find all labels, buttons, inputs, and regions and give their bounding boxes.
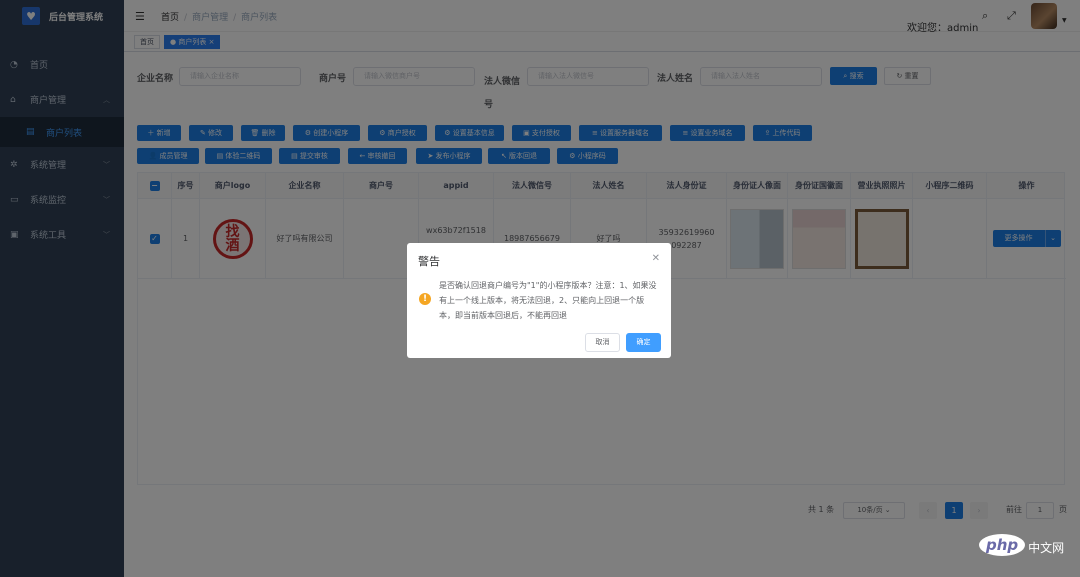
confirm-button[interactable]: 确定 [626, 333, 661, 352]
dialog-message: 是否确认回退商户编号为"1"的小程序版本？注意：1、如果没有上一个线上版本，将无… [439, 281, 657, 320]
watermark: php 中文网 [979, 534, 1064, 556]
watermark-brand: php [979, 534, 1026, 556]
warning-dialog: 警告 ✕ ! 是否确认回退商户编号为"1"的小程序版本？注意：1、如果没有上一个… [407, 243, 671, 358]
cancel-button[interactable]: 取消 [585, 333, 620, 352]
watermark-text: 中文网 [1028, 541, 1065, 555]
close-icon[interactable]: ✕ [652, 253, 660, 264]
warning-icon: ! [419, 293, 431, 305]
dialog-title: 警告 [418, 255, 440, 268]
